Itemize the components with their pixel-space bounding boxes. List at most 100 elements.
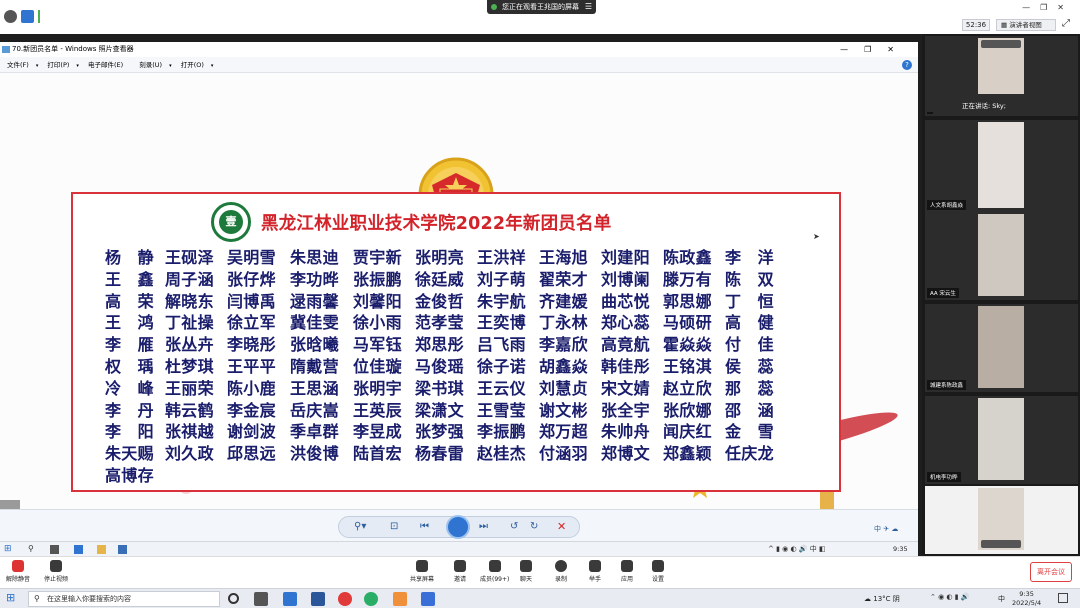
- remote-clock: 9:35: [893, 545, 908, 553]
- member-name: 霍焱焱: [663, 335, 712, 355]
- member-name: 位佳璇: [353, 357, 402, 376]
- view-mode-button[interactable]: ▦ 演讲者视图: [996, 19, 1056, 31]
- member-name: 王平平: [227, 357, 276, 376]
- stop-video-button[interactable]: 停止视频: [44, 560, 68, 583]
- zoom-icon[interactable]: ⚲▾: [354, 521, 366, 532]
- windows-start-icon[interactable]: ⊞: [6, 592, 15, 604]
- menu-icon[interactable]: ☰: [585, 0, 592, 14]
- remote-start-icon[interactable]: ⊞: [4, 544, 12, 554]
- participant-tile[interactable]: [925, 486, 1078, 554]
- record-label: 录制: [555, 576, 568, 583]
- remote-app-icon[interactable]: [74, 545, 83, 554]
- share-screen-label: 共享屏幕: [410, 576, 435, 583]
- member-name: 季卓群: [290, 422, 339, 442]
- invite-label: 邀请: [454, 576, 467, 583]
- signal-icon[interactable]: [38, 10, 46, 23]
- participant-tile[interactable]: 城建系陈政鑫: [925, 304, 1078, 392]
- previous-icon[interactable]: ⏮: [420, 521, 429, 532]
- participant-video: [978, 398, 1024, 480]
- delete-icon[interactable]: ✕: [557, 520, 566, 533]
- settings-button[interactable]: 设置: [652, 560, 664, 583]
- chevron-down-icon[interactable]: [981, 540, 1021, 548]
- member-name: 杜梦琪: [165, 357, 214, 376]
- member-name: 徐小雨: [353, 313, 402, 333]
- participant-tile[interactable]: 人文系胡鑫焱: [925, 120, 1078, 212]
- member-name: 周子涵: [165, 269, 214, 289]
- info-icon[interactable]: [4, 10, 17, 23]
- wechat-icon[interactable]: [364, 592, 378, 606]
- word-icon[interactable]: [311, 592, 325, 606]
- ime-tray-icons[interactable]: 中 ✈ ☁: [874, 524, 898, 534]
- taskbar-search-input[interactable]: ⚲ 在这里输入你要搜索的内容: [28, 591, 220, 607]
- member-name: 贾宇新: [353, 248, 402, 267]
- menu-file[interactable]: 文件(F): [0, 57, 36, 73]
- leave-meeting-button[interactable]: 离开会议: [1030, 562, 1072, 582]
- fullscreen-icon[interactable]: ⤢: [1062, 18, 1070, 29]
- app-icon[interactable]: [393, 592, 407, 606]
- system-tray-icons[interactable]: ⌃ ◉ ◐ ▮ 🔊: [930, 593, 970, 601]
- window-controls[interactable]: —❐✕: [1022, 3, 1074, 12]
- viewer-window-controls[interactable]: —❐✕: [840, 42, 910, 57]
- members-button[interactable]: 成员(99+): [480, 560, 509, 583]
- member-name: 谢剑波: [227, 422, 276, 442]
- remote-photo-icon[interactable]: [118, 545, 127, 554]
- weather-widget[interactable]: ☁ 13°C 阴: [864, 594, 900, 604]
- system-clock[interactable]: 9:35 2022/5/4: [1012, 590, 1041, 608]
- member-name: 王砚泽: [165, 248, 214, 267]
- notification-icon[interactable]: [1058, 593, 1068, 603]
- menu-burn[interactable]: 刻录(U): [132, 57, 169, 73]
- participant-tile[interactable]: AA 宋云生: [925, 212, 1078, 300]
- next-icon[interactable]: ⏭: [479, 521, 488, 532]
- member-name: 王 鸿: [105, 313, 154, 333]
- apps-button[interactable]: 应用: [621, 560, 633, 583]
- ime-indicator[interactable]: 中: [998, 594, 1005, 604]
- member-name: 闫博禹: [227, 291, 276, 311]
- member-name: 王思涵: [290, 378, 339, 398]
- share-screen-button[interactable]: 共享屏幕: [410, 560, 434, 583]
- unmute-label: 解除静音: [6, 576, 31, 583]
- record-button[interactable]: 录制: [555, 560, 567, 583]
- member-name: 金俊哲: [415, 291, 464, 311]
- share-banner[interactable]: 您正在观看王兆国的屏幕 ☰: [487, 0, 596, 14]
- member-name: 邵 涵: [725, 400, 774, 420]
- participant-tile[interactable]: 机电李功晔: [925, 396, 1078, 484]
- member-name: 洪俊博: [290, 444, 339, 464]
- hand-icon: [589, 560, 601, 572]
- help-icon[interactable]: ?: [902, 60, 912, 70]
- rotate-right-icon[interactable]: ↻: [530, 521, 538, 532]
- cortana-icon[interactable]: [228, 593, 239, 604]
- menu-print[interactable]: 打印(P): [40, 57, 76, 73]
- shield-icon[interactable]: [21, 10, 34, 23]
- task-view-icon[interactable]: [254, 592, 268, 606]
- member-name: 王雪莹: [477, 400, 526, 420]
- member-name: 解晓东: [165, 291, 214, 311]
- slideshow-button[interactable]: [446, 515, 470, 539]
- remote-search-icon[interactable]: ⚲: [28, 544, 34, 553]
- poster-title: 黑龙江林业职业技术学院2022年新团员名单: [261, 214, 612, 234]
- member-name: 王海旭: [539, 248, 588, 267]
- unmute-button[interactable]: 解除静音: [6, 560, 30, 583]
- member-name: 张晗曦: [290, 335, 339, 355]
- rotate-left-icon[interactable]: ↺: [510, 521, 518, 532]
- raise-hand-label: 举手: [589, 576, 602, 583]
- member-name: 隋戴营: [290, 357, 339, 376]
- menu-open[interactable]: 打开(O): [174, 57, 211, 73]
- camera-icon: [50, 560, 62, 572]
- member-name: 逯雨馨: [290, 291, 339, 311]
- chevron-up-icon[interactable]: [981, 40, 1021, 48]
- browser-icon[interactable]: [338, 592, 352, 606]
- chat-button[interactable]: 聊天: [520, 560, 532, 583]
- raise-hand-button[interactable]: 举手: [589, 560, 601, 583]
- share-screen-icon: [416, 560, 428, 572]
- menu-email[interactable]: 电子邮件(E): [81, 57, 130, 73]
- remote-folder-icon[interactable]: [97, 545, 106, 554]
- meeting-app-icon[interactable]: [283, 592, 297, 606]
- member-name: 王洪祥: [477, 248, 526, 267]
- actual-size-icon[interactable]: ⊡: [390, 521, 398, 532]
- invite-button[interactable]: 邀请: [454, 560, 466, 583]
- member-name: 郑博文: [601, 444, 650, 464]
- tencent-meeting-icon[interactable]: [421, 592, 435, 606]
- member-name: 丁 恒: [725, 291, 774, 311]
- remote-taskview-icon[interactable]: [50, 545, 59, 554]
- member-name: 王奕博: [477, 313, 526, 333]
